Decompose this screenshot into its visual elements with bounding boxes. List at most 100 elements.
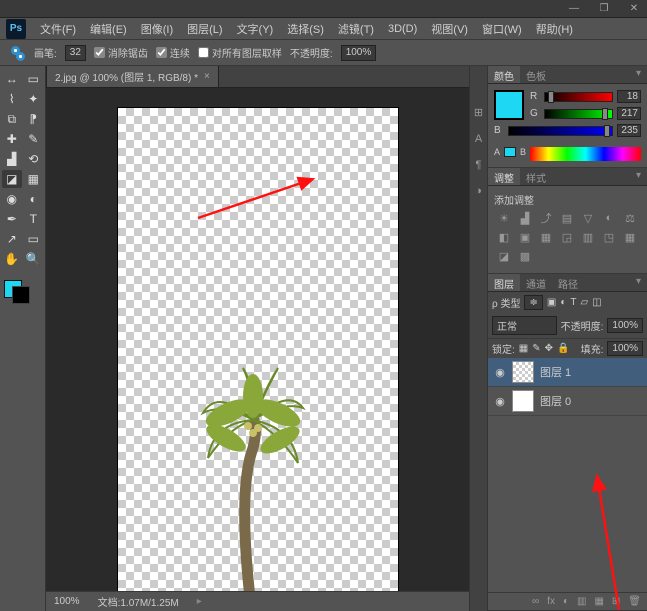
menu-file[interactable]: 文件(F) — [34, 19, 82, 39]
adj-select-icon[interactable]: ◪ — [496, 249, 512, 263]
path-tool[interactable]: ↗ — [2, 230, 22, 248]
layer-thumbnail[interactable] — [512, 361, 534, 383]
shape-tool[interactable]: ▭ — [24, 230, 44, 248]
b-value[interactable]: 235 — [617, 124, 641, 137]
adj-poster-icon[interactable]: ▥ — [580, 230, 596, 244]
collapsed-panel-icon[interactable]: ¶ — [476, 159, 482, 171]
eraser-tool[interactable]: ◪ — [2, 170, 22, 188]
menu-filter[interactable]: 滤镜(T) — [332, 19, 380, 39]
visibility-icon[interactable]: ◉ — [494, 366, 506, 379]
tool-preset-icon[interactable] — [8, 44, 26, 62]
brush-size-input[interactable]: 32 — [65, 45, 86, 61]
hand-tool[interactable]: ✋ — [2, 250, 22, 268]
layer-opacity-input[interactable]: 100% — [607, 318, 643, 333]
crop-tool[interactable]: ⧉ — [2, 110, 22, 128]
menu-window[interactable]: 窗口(W) — [476, 19, 528, 39]
pen-tool[interactable]: ✒ — [2, 210, 22, 228]
layer-row[interactable]: ◉ 图层 1 — [488, 358, 647, 387]
wand-tool[interactable]: ✦ — [24, 90, 44, 108]
restore-button[interactable]: ❐ — [595, 3, 613, 15]
menu-layer[interactable]: 图层(L) — [181, 19, 228, 39]
move-tool[interactable]: ↔ — [2, 70, 22, 88]
dodge-tool[interactable]: ◐ — [24, 190, 44, 208]
type-tool[interactable]: T — [24, 210, 44, 228]
gradient-tool[interactable]: ▦ — [24, 170, 44, 188]
spectrum-strip[interactable] — [530, 147, 641, 161]
menu-select[interactable]: 选择(S) — [281, 19, 330, 39]
collapsed-panel-icon[interactable]: ⊞ — [474, 106, 483, 119]
minimize-button[interactable]: — — [565, 3, 583, 15]
canvas[interactable] — [118, 108, 398, 591]
heal-tool[interactable]: ✚ — [2, 130, 22, 148]
background-color[interactable] — [12, 286, 30, 304]
adj-vibrance-icon[interactable]: ▽ — [580, 211, 596, 225]
b-slider[interactable] — [508, 126, 613, 136]
document-tab[interactable]: 2.jpg @ 100% (图层 1, RGB/8) * × — [46, 66, 219, 87]
close-button[interactable]: ✕ — [625, 3, 643, 15]
all-layers-checkbox[interactable]: 对所有图层取样 — [198, 45, 282, 60]
panel-menu-icon[interactable]: ▾ — [630, 274, 647, 291]
layer-fill-input[interactable]: 100% — [607, 341, 643, 356]
adj-exposure-icon[interactable]: ▤ — [559, 211, 575, 225]
g-slider[interactable] — [544, 109, 613, 119]
menu-view[interactable]: 视图(V) — [425, 19, 474, 39]
lasso-tool[interactable]: ⌇ — [2, 90, 22, 108]
lock-all-icon[interactable]: 🔒 — [557, 343, 569, 354]
menu-help[interactable]: 帮助(H) — [530, 19, 579, 39]
adj-bw-icon[interactable]: ◧ — [496, 230, 512, 244]
contiguous-checkbox[interactable]: 连续 — [156, 45, 190, 60]
mask-icon[interactable]: ◐ — [563, 596, 569, 607]
layer-thumbnail[interactable] — [512, 390, 534, 412]
opacity-input[interactable]: 100% — [341, 45, 377, 61]
menu-edit[interactable]: 编辑(E) — [84, 19, 133, 39]
adj-levels-icon[interactable]: ▟ — [517, 211, 533, 225]
tab-adjustments[interactable]: 调整 — [488, 168, 520, 185]
adjustment-layer-icon[interactable]: ▥ — [577, 596, 586, 607]
history-brush-tool[interactable]: ⟲ — [24, 150, 44, 168]
panel-menu-icon[interactable]: ▾ — [630, 168, 647, 185]
r-slider[interactable] — [544, 92, 613, 102]
zoom-level[interactable]: 100% — [54, 596, 80, 607]
g-value[interactable]: 217 — [617, 107, 641, 120]
canvas-area[interactable] — [46, 88, 469, 591]
tab-paths[interactable]: 路径 — [552, 274, 584, 291]
layer-row[interactable]: ◉ 图层 0 — [488, 387, 647, 416]
adj-grad-icon[interactable]: ▦ — [622, 230, 638, 244]
layer-kind-dropdown[interactable]: ≑ — [524, 295, 542, 310]
collapsed-panel-icon[interactable]: ◑ — [475, 185, 482, 197]
adj-lut-icon[interactable]: ▩ — [517, 249, 533, 263]
filter-pixel-icon[interactable]: ▣ — [547, 297, 556, 308]
stamp-tool[interactable]: ▟ — [2, 150, 22, 168]
adj-invert-icon[interactable]: ◲ — [559, 230, 575, 244]
menu-3d[interactable]: 3D(D) — [382, 21, 423, 37]
tab-layers[interactable]: 图层 — [488, 274, 520, 291]
blur-tool[interactable]: ◉ — [2, 190, 22, 208]
close-tab-icon[interactable]: × — [204, 71, 210, 82]
filter-smart-icon[interactable]: ◫ — [592, 297, 601, 308]
fx-icon[interactable]: fx — [547, 596, 555, 607]
layer-name[interactable]: 图层 1 — [540, 364, 571, 380]
tab-channels[interactable]: 通道 — [520, 274, 552, 291]
adj-photo-icon[interactable]: ▣ — [517, 230, 533, 244]
color-swatch[interactable] — [494, 90, 524, 120]
collapsed-panel-icon[interactable]: A — [475, 133, 482, 145]
adj-curves-icon[interactable]: ⤴ — [538, 211, 554, 225]
lock-pix-icon[interactable]: ✎ — [532, 343, 540, 354]
tab-swatches[interactable]: 色板 — [520, 66, 552, 83]
link-layers-icon[interactable]: ∞ — [532, 596, 539, 607]
adj-balance-icon[interactable]: ⚖ — [622, 211, 638, 225]
filter-type-icon[interactable]: T — [570, 297, 576, 308]
adj-brightness-icon[interactable]: ☀ — [496, 211, 512, 225]
antialias-checkbox[interactable]: 消除锯齿 — [94, 45, 148, 60]
tab-color[interactable]: 颜色 — [488, 66, 520, 83]
delete-layer-icon[interactable]: 🗑 — [628, 596, 641, 607]
blend-mode-dropdown[interactable]: 正常 — [492, 316, 557, 335]
filter-adj-icon[interactable]: ◐ — [560, 297, 566, 308]
adj-mixer-icon[interactable]: ▦ — [538, 230, 554, 244]
filter-shape-icon[interactable]: ▱ — [580, 297, 588, 308]
visibility-icon[interactable]: ◉ — [494, 395, 506, 408]
adj-thresh-icon[interactable]: ◳ — [601, 230, 617, 244]
menu-type[interactable]: 文字(Y) — [231, 19, 280, 39]
r-value[interactable]: 18 — [617, 90, 641, 103]
zoom-tool[interactable]: 🔍 — [24, 250, 44, 268]
